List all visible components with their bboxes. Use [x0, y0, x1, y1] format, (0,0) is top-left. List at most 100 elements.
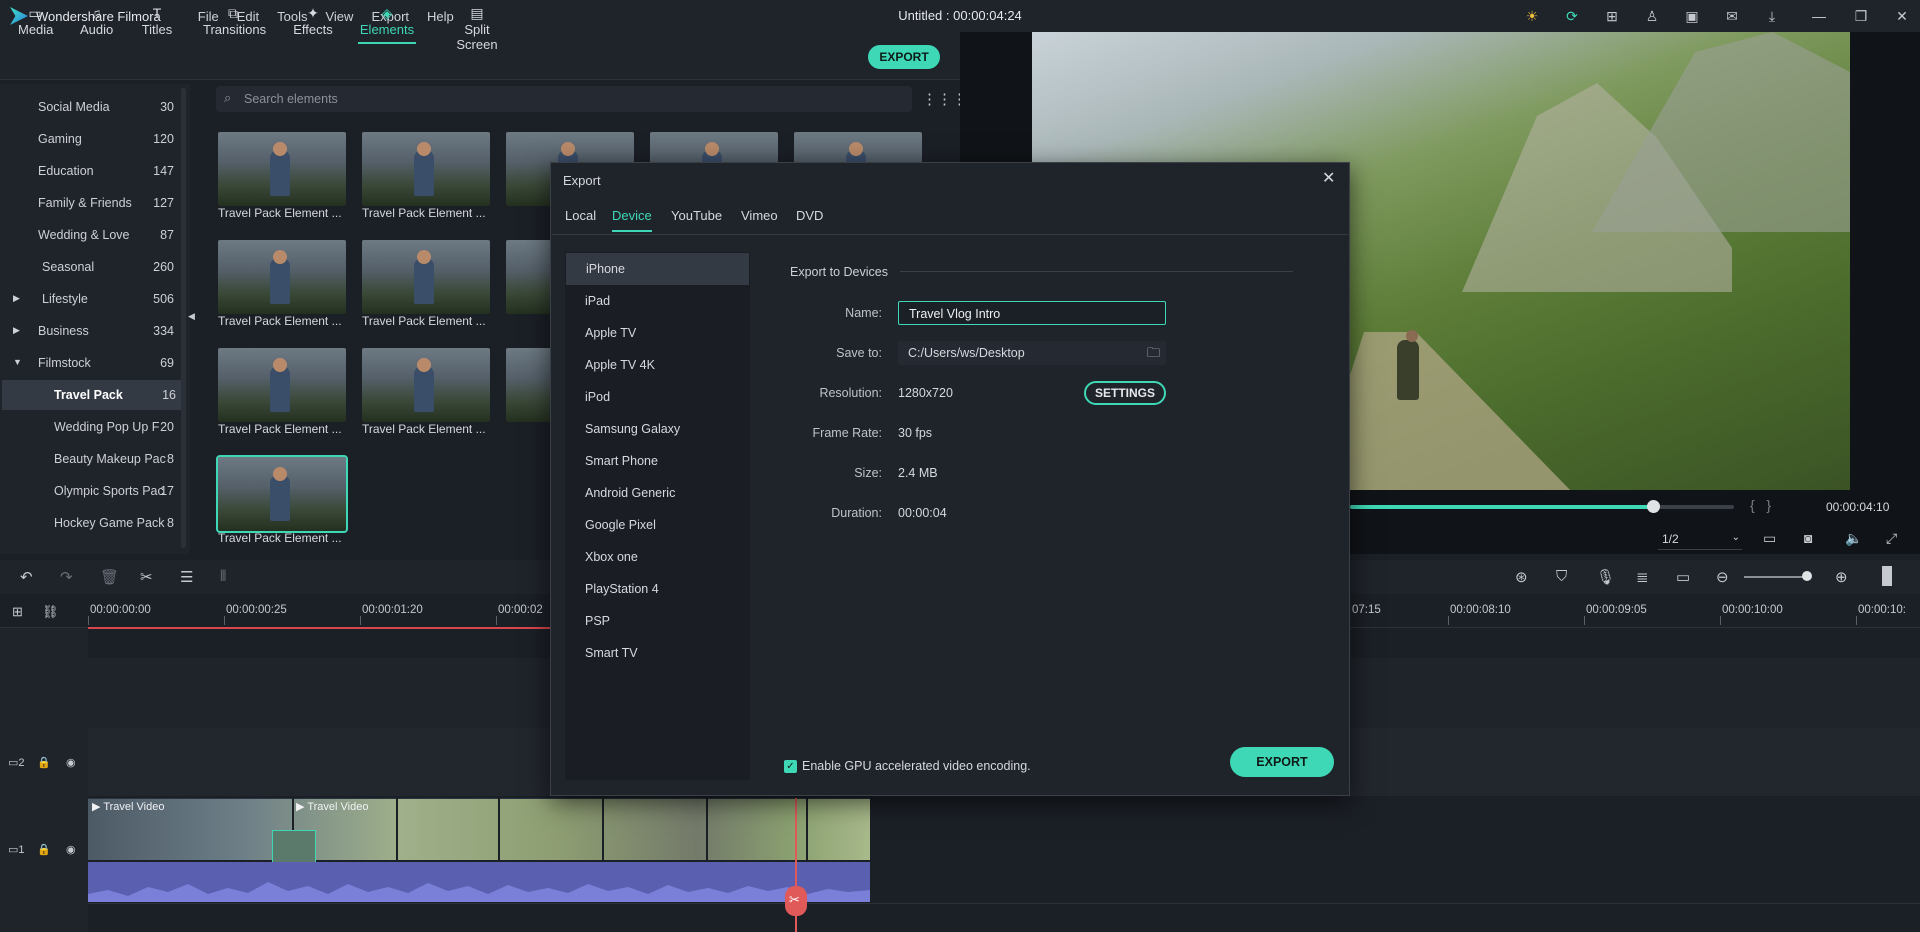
- device-item-android-generic[interactable]: Android Generic: [565, 477, 750, 509]
- category-item[interactable]: ▼ Filmstock 69: [0, 348, 180, 378]
- mail-icon[interactable]: ✉: [1723, 7, 1741, 25]
- delete-icon[interactable]: 🗑: [100, 568, 119, 586]
- device-item-ipod[interactable]: iPod: [565, 381, 750, 413]
- element-thumbnail[interactable]: [362, 132, 490, 206]
- account-icon[interactable]: ♙: [1643, 7, 1661, 25]
- zoom-in-icon[interactable]: ⊕: [1835, 568, 1848, 586]
- category-item[interactable]: Hockey Game Pack 8: [0, 508, 180, 538]
- tab-youtube[interactable]: YouTube: [671, 208, 722, 223]
- lock-icon[interactable]: 🔒: [37, 756, 51, 769]
- tab-vimeo[interactable]: Vimeo: [741, 208, 778, 223]
- monitor-icon[interactable]: ▭: [1763, 530, 1776, 547]
- device-item-iphone[interactable]: iPhone: [566, 253, 749, 285]
- device-item-google-pixel[interactable]: Google Pixel: [565, 509, 750, 541]
- element-thumbnail[interactable]: [362, 240, 490, 314]
- search-input[interactable]: Search elements: [244, 92, 338, 106]
- volume-icon[interactable]: 🔈: [1845, 530, 1862, 547]
- playhead-scissors-handle[interactable]: ✂: [785, 886, 807, 916]
- folder-icon[interactable]: 🗀: [1147, 344, 1160, 366]
- category-item[interactable]: Seasonal 260: [0, 252, 180, 282]
- close-icon[interactable]: ✕: [1322, 168, 1335, 188]
- link-icon[interactable]: ⛓: [42, 604, 59, 620]
- category-scrollbar[interactable]: [181, 88, 186, 548]
- subtitle-icon[interactable]: ▭: [1676, 568, 1690, 586]
- tab-split-screen[interactable]: ▤ Split Screen: [444, 4, 510, 52]
- device-item-playstation-4[interactable]: PlayStation 4: [565, 573, 750, 605]
- audio-waveform-icon[interactable]: ⫴: [220, 568, 226, 585]
- category-item-selected[interactable]: Travel Pack 16: [2, 380, 182, 410]
- collapse-arrow-icon[interactable]: ▼: [13, 357, 22, 367]
- category-item[interactable]: Family & Friends 127: [0, 188, 180, 218]
- category-item[interactable]: Beauty Makeup Pac 8: [0, 444, 180, 474]
- add-track-icon[interactable]: ⊞: [12, 604, 23, 620]
- zoom-slider-handle[interactable]: [1802, 571, 1812, 581]
- minimize-icon[interactable]: —: [1810, 7, 1828, 25]
- tab-local[interactable]: Local: [565, 208, 596, 223]
- device-item-xbox-one[interactable]: Xbox one: [565, 541, 750, 573]
- sync-icon[interactable]: ⟳: [1563, 7, 1581, 25]
- category-item[interactable]: Gaming 120: [0, 124, 180, 154]
- name-field[interactable]: Travel Vlog Intro: [898, 301, 1166, 325]
- zoom-slider[interactable]: [1744, 576, 1808, 578]
- download-icon[interactable]: ⤓: [1763, 7, 1781, 25]
- category-item[interactable]: Social Media 30: [0, 92, 180, 122]
- category-item[interactable]: Education 147: [0, 156, 180, 186]
- mark-in-out-icon[interactable]: { }: [1750, 497, 1771, 513]
- split-scissors-icon[interactable]: ✂: [140, 568, 153, 586]
- element-thumbnail-selected[interactable]: [216, 455, 348, 533]
- category-item[interactable]: Wedding & Love 87: [0, 220, 180, 250]
- eye-icon[interactable]: ◉: [66, 843, 76, 856]
- expand-arrow-icon[interactable]: ▶: [13, 293, 20, 304]
- undo-icon[interactable]: ↶: [20, 568, 33, 586]
- eye-icon[interactable]: ◉: [66, 756, 76, 769]
- panel-toggle-icon[interactable]: [1882, 566, 1892, 586]
- search-box[interactable]: ⌕ Search elements: [216, 86, 912, 112]
- video-clip[interactable]: [88, 798, 870, 860]
- tab-effects[interactable]: ✦ Effects: [293, 4, 333, 44]
- adjust-sliders-icon[interactable]: ☰: [180, 568, 193, 586]
- device-item-samsung-galaxy[interactable]: Samsung Galaxy: [565, 413, 750, 445]
- export-button-top[interactable]: EXPORT: [868, 45, 940, 69]
- element-thumbnail[interactable]: [218, 240, 346, 314]
- fullscreen-icon[interactable]: ⤢: [1886, 530, 1897, 547]
- device-item-apple-tv[interactable]: Apple TV: [565, 317, 750, 349]
- redo-icon[interactable]: ↷: [60, 568, 73, 586]
- snapshot-camera-icon[interactable]: ◙: [1804, 530, 1812, 546]
- gpu-checkbox[interactable]: ✓: [784, 760, 797, 773]
- lock-icon[interactable]: 🔒: [37, 843, 51, 856]
- device-item-apple-tv-4k[interactable]: Apple TV 4K: [565, 349, 750, 381]
- device-item-smart-phone[interactable]: Smart Phone: [565, 445, 750, 477]
- microphone-icon[interactable]: 🎙: [1596, 568, 1615, 586]
- category-item[interactable]: ▶ Business 334: [0, 316, 180, 346]
- tab-titles[interactable]: T Titles: [141, 4, 173, 44]
- device-item-ipad[interactable]: iPad: [565, 285, 750, 317]
- zoom-out-icon[interactable]: ⊖: [1716, 568, 1729, 586]
- tab-elements[interactable]: ◈ Elements: [358, 4, 416, 44]
- tab-device[interactable]: Device: [612, 208, 652, 223]
- tab-audio[interactable]: ♫ Audio: [80, 4, 113, 44]
- tab-dvd[interactable]: DVD: [796, 208, 823, 223]
- category-item[interactable]: ▶ Lifestyle 506: [0, 284, 180, 314]
- restore-icon[interactable]: ❐: [1852, 7, 1870, 25]
- element-thumbnail[interactable]: [218, 348, 346, 422]
- element-thumbnail[interactable]: [362, 348, 490, 422]
- device-item-smart-tv[interactable]: Smart TV: [565, 637, 750, 669]
- gift-icon[interactable]: ⊞: [1603, 7, 1621, 25]
- element-clip[interactable]: [272, 830, 316, 866]
- export-button[interactable]: EXPORT: [1230, 747, 1334, 777]
- category-item[interactable]: Wedding Pop Up F 20: [0, 412, 180, 442]
- collapse-panel-icon[interactable]: ◀: [188, 311, 195, 322]
- audio-mixer-icon[interactable]: ≣: [1636, 568, 1649, 586]
- expand-arrow-icon[interactable]: ▶: [13, 325, 20, 336]
- tab-transitions[interactable]: ⧉ Transitions: [203, 4, 266, 44]
- element-thumbnail[interactable]: [218, 132, 346, 206]
- close-window-icon[interactable]: ✕: [1893, 7, 1911, 25]
- marker-icon[interactable]: ⛉: [1556, 568, 1567, 585]
- category-item[interactable]: Olympic Sports Pac 17: [0, 476, 180, 506]
- settings-button[interactable]: SETTINGS: [1084, 381, 1166, 405]
- save-path-field[interactable]: C:/Users/ws/Desktop 🗀: [898, 341, 1166, 365]
- save-icon[interactable]: ▣: [1683, 7, 1701, 25]
- render-icon[interactable]: ⊛: [1515, 568, 1528, 586]
- device-item-psp[interactable]: PSP: [565, 605, 750, 637]
- tab-media[interactable]: ▭ Media: [18, 4, 53, 44]
